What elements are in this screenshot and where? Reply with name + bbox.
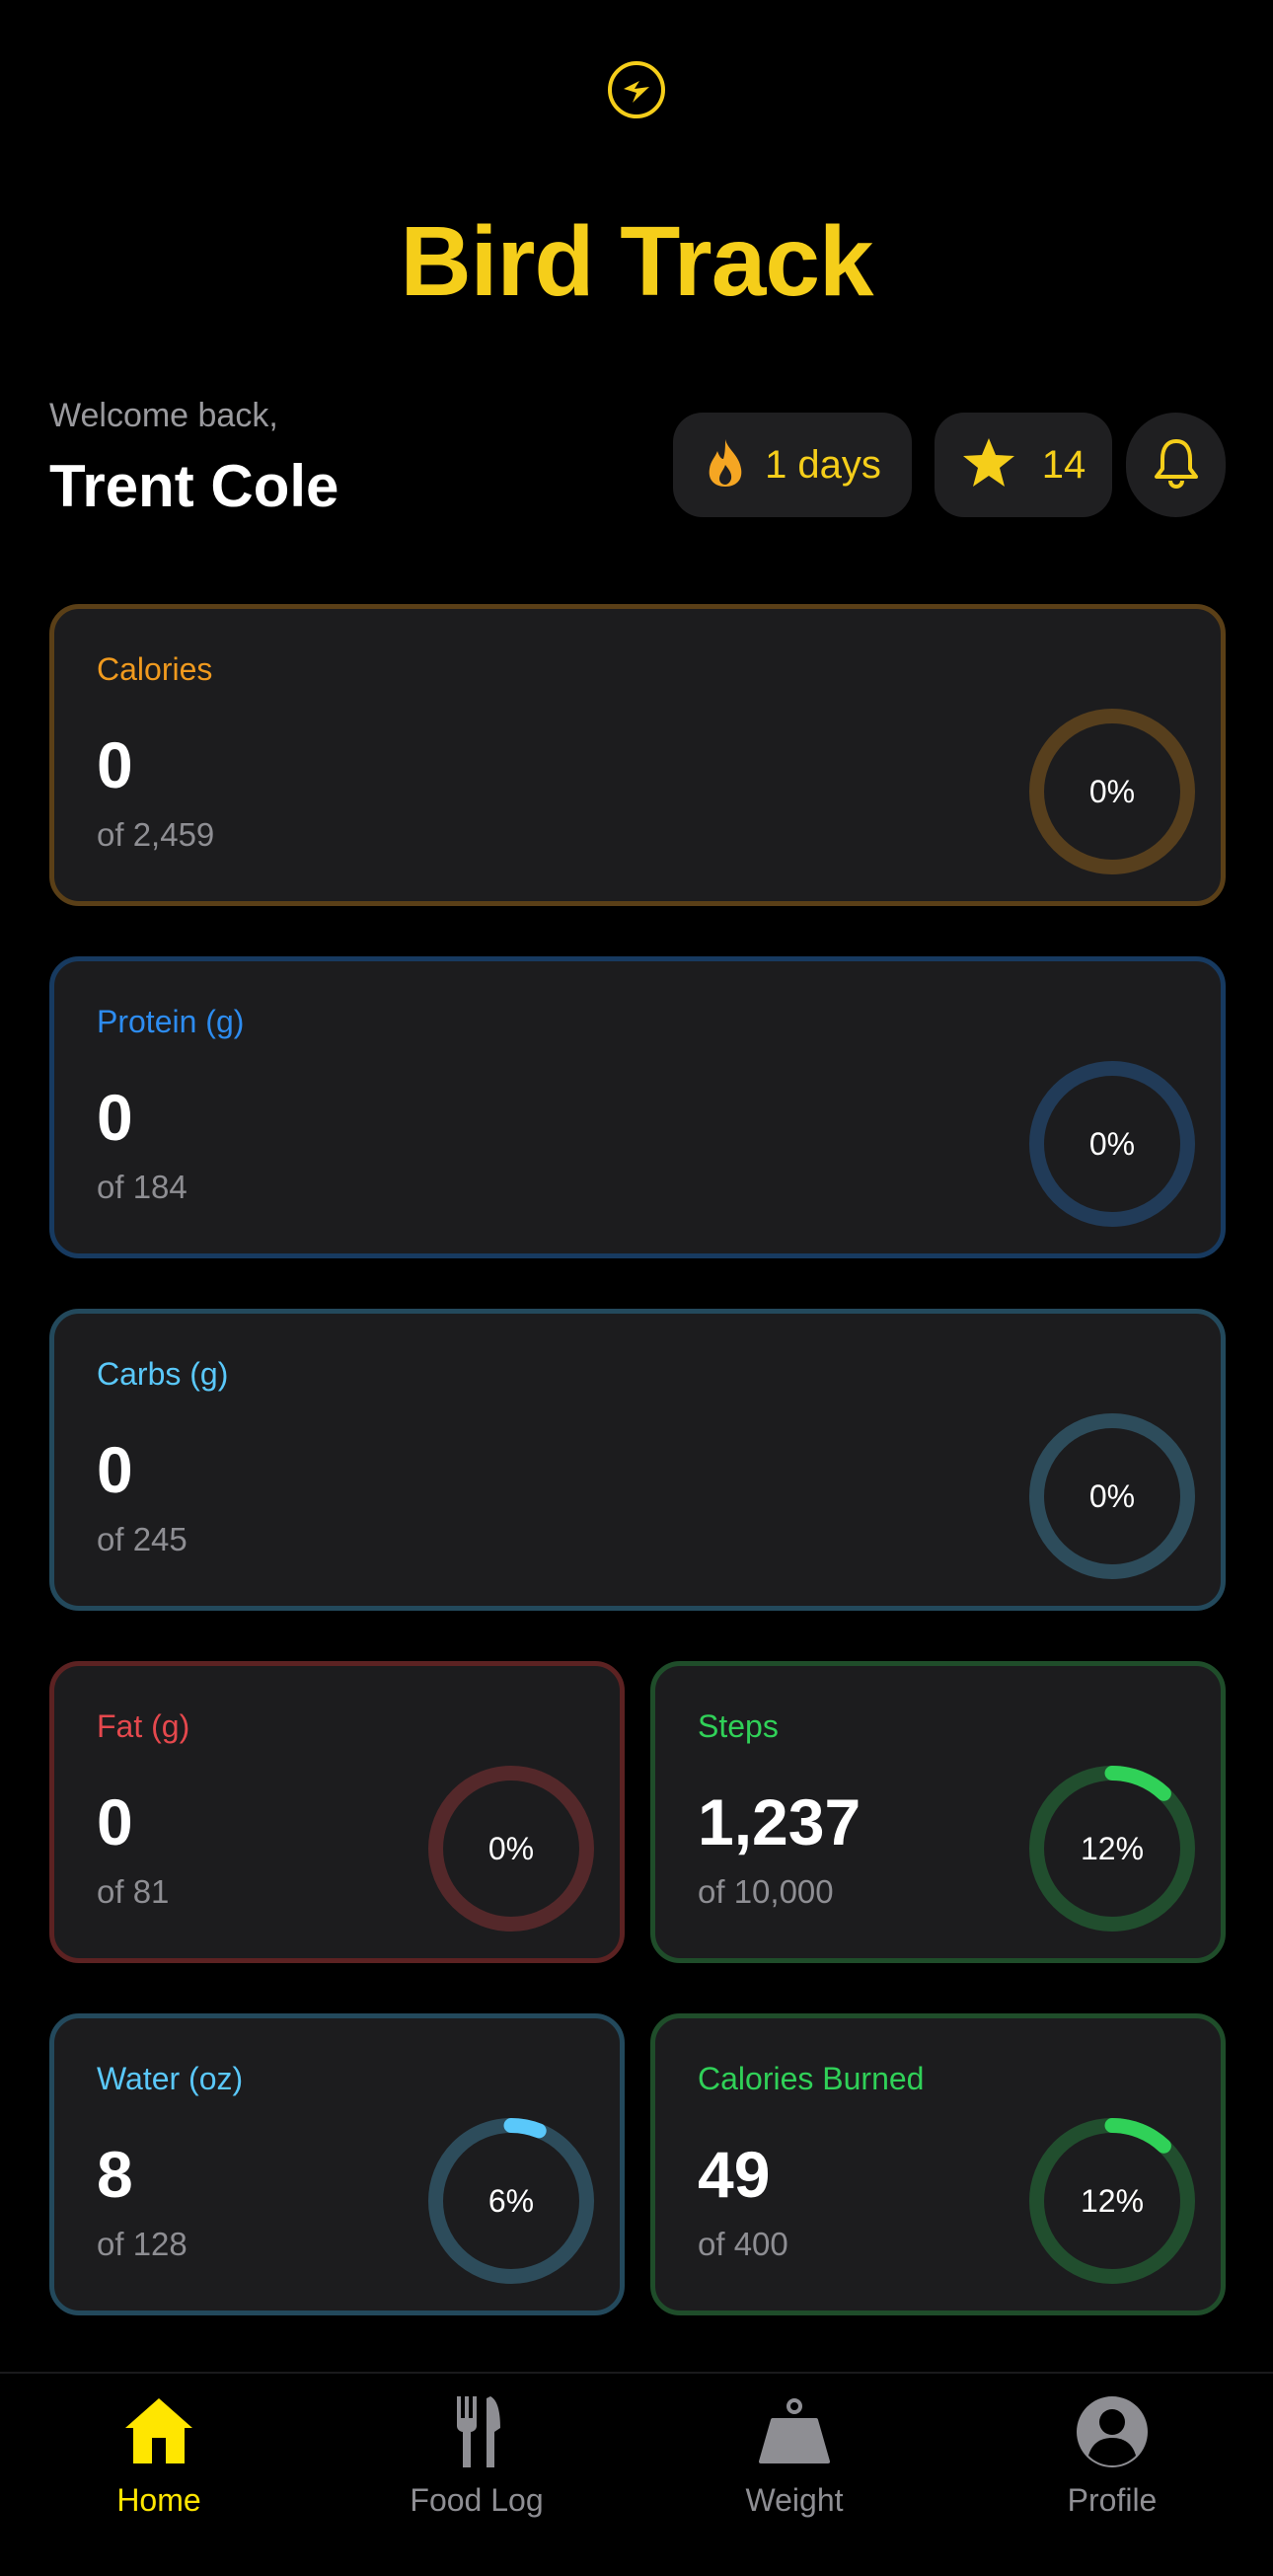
bird-bolt-icon [606,59,667,120]
protein-label: Protein (g) [97,1004,245,1039]
streak-badge[interactable]: 1 days [673,413,912,517]
calories-burned-label: Calories Burned [698,2061,925,2096]
bell-icon [1153,437,1200,493]
tab-food-log-label: Food Log [410,2482,544,2518]
star-icon [961,436,1016,494]
calories-label: Calories [97,651,213,687]
calories-percent: 0% [1088,773,1136,809]
calories-burned-percent: 12% [1080,2182,1145,2219]
water-goal: of 128 [97,2226,187,2262]
calories-burned-goal: of 400 [698,2226,788,2262]
carbs-goal: of 245 [97,1521,187,1557]
person-icon [1073,2392,1152,2471]
kettlebell-icon [755,2392,834,2471]
user-name: Trent Cole [49,453,339,519]
fat-value: 0 [97,1785,133,1858]
steps-progress-ring: 12% [1029,1766,1195,1932]
fat-label: Fat (g) [97,1708,190,1744]
calories-value: 0 [97,728,133,801]
carbs-label: Carbs (g) [97,1356,229,1392]
tab-profile-label: Profile [1067,2482,1158,2518]
water-card[interactable]: Water (oz) 8 of 128 6% [49,2013,625,2315]
protein-progress-ring: 0% [1029,1061,1195,1227]
home-icon [119,2392,198,2471]
fat-card[interactable]: Fat (g) 0 of 81 0% [49,1661,625,1963]
fat-percent: 0% [487,1830,535,1866]
calories-burned-value: 49 [698,2138,771,2211]
tab-weight-label: Weight [745,2482,844,2518]
tab-food-log[interactable]: Food Log [318,2374,636,2571]
calories-goal: of 2,459 [97,816,215,853]
protein-card[interactable]: Protein (g) 0 of 184 0% [49,956,1226,1258]
flame-icon [704,437,747,493]
protein-percent: 0% [1088,1125,1136,1162]
steps-value: 1,237 [698,1785,861,1858]
tab-profile[interactable]: Profile [953,2374,1271,2571]
carbs-progress-ring: 0% [1029,1413,1195,1579]
fat-goal: of 81 [97,1873,170,1910]
calories-burned-card[interactable]: Calories Burned 49 of 400 12% [650,2013,1226,2315]
points-badge[interactable]: 14 [935,413,1112,517]
calories-progress-ring: 0% [1029,709,1195,874]
app-title: Bird Track [400,206,873,317]
steps-label: Steps [698,1708,779,1744]
tab-home-label: Home [116,2482,201,2518]
fork-knife-icon [437,2392,516,2471]
steps-card[interactable]: Steps 1,237 of 10,000 12% [650,1661,1226,1963]
water-progress-ring: 6% [428,2118,594,2284]
water-label: Water (oz) [97,2061,244,2096]
steps-goal: of 10,000 [698,1873,834,1910]
protein-value: 0 [97,1081,133,1154]
protein-goal: of 184 [97,1169,187,1205]
calories-card[interactable]: Calories 0 of 2,459 0% [49,604,1226,906]
tab-weight[interactable]: Weight [636,2374,953,2571]
water-value: 8 [97,2138,133,2211]
bottom-tab-bar: Home Food Log Weight Profile [0,2372,1273,2576]
steps-percent: 12% [1080,1830,1145,1866]
carbs-value: 0 [97,1433,133,1506]
notifications-button[interactable] [1126,413,1226,517]
calories-burned-progress-ring: 12% [1029,2118,1195,2284]
carbs-card[interactable]: Carbs (g) 0 of 245 0% [49,1309,1226,1611]
streak-label: 1 days [765,442,881,487]
carbs-percent: 0% [1088,1477,1136,1514]
tab-home[interactable]: Home [0,2374,318,2571]
water-percent: 6% [487,2182,535,2219]
welcome-text: Welcome back, [49,397,278,434]
fat-progress-ring: 0% [428,1766,594,1932]
points-label: 14 [1041,442,1086,487]
